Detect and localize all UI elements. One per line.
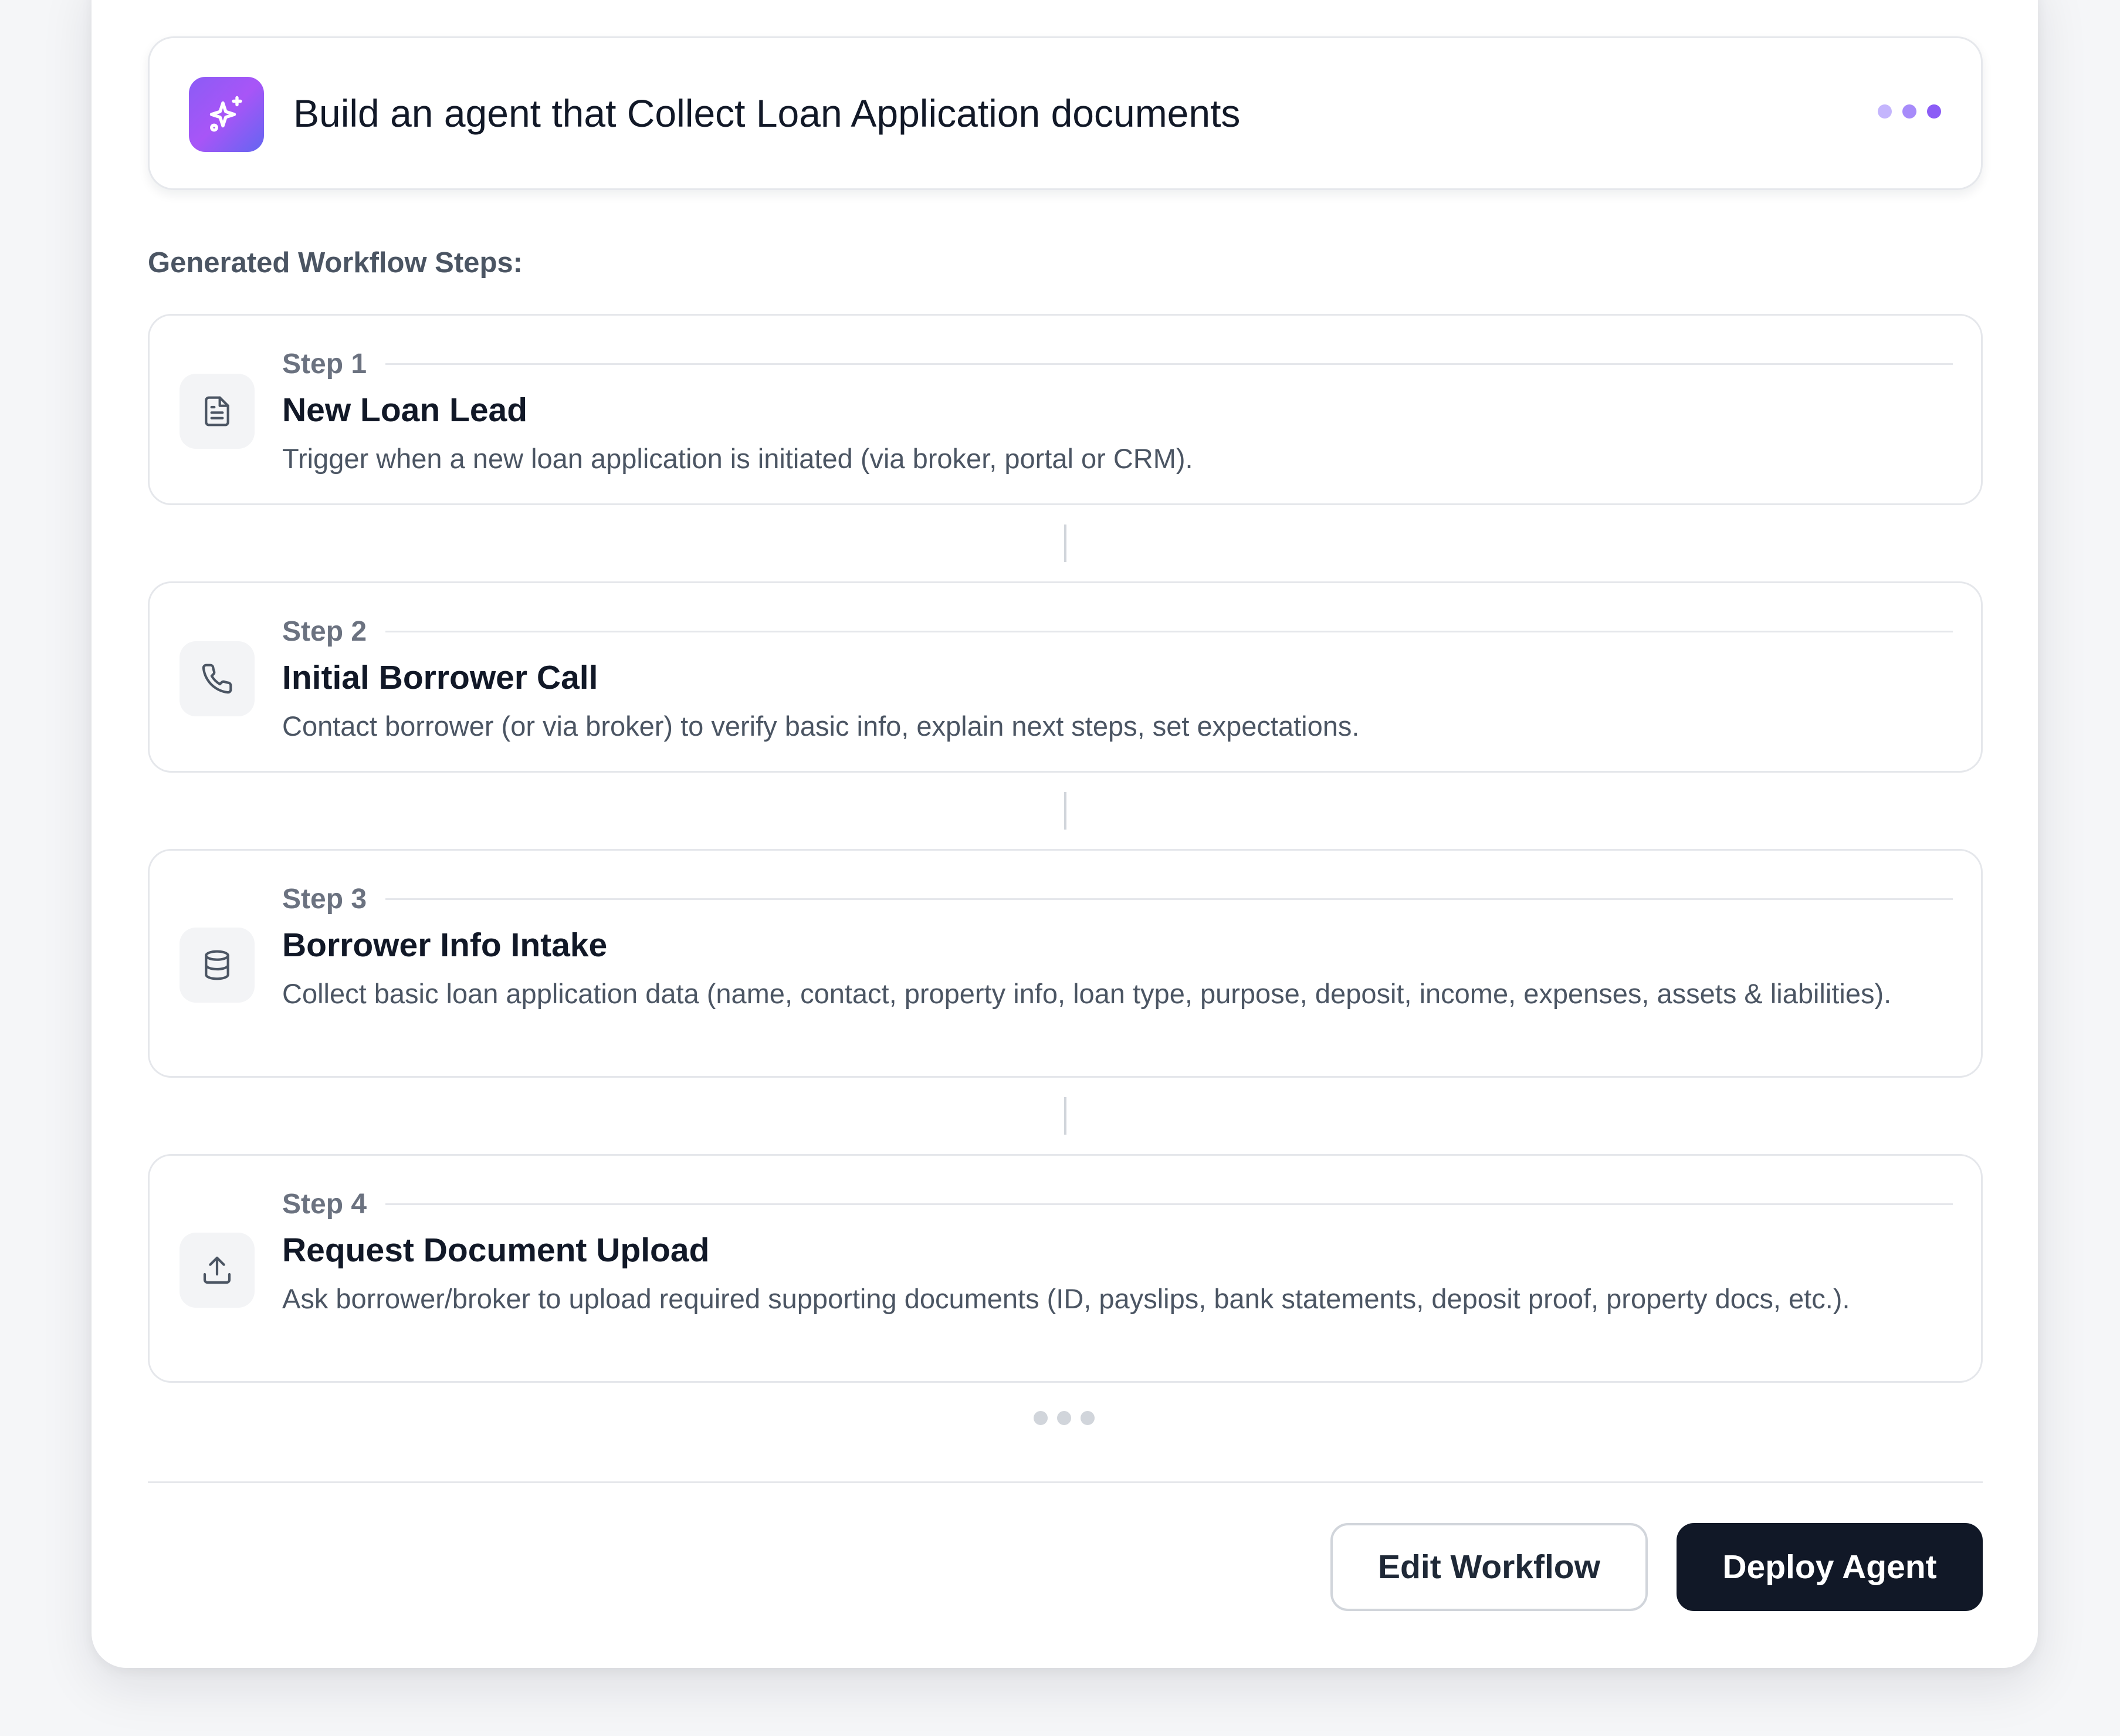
more-dot (1057, 1411, 1071, 1425)
more-dot (1081, 1411, 1095, 1425)
section-label: Generated Workflow Steps: (148, 247, 523, 279)
step-number: Step 1 (282, 348, 367, 380)
typing-dot (1927, 104, 1941, 119)
step-divider (385, 1203, 1953, 1205)
more-steps-indicator (1034, 1411, 1095, 1425)
more-dot (1034, 1411, 1048, 1425)
step-title: Request Document Upload (282, 1231, 710, 1269)
prompt-bar: Build an agent that Collect Loan Applica… (148, 36, 1983, 190)
step-card-1[interactable]: Step 1 New Loan Lead Trigger when a new … (148, 314, 1983, 505)
deploy-agent-button[interactable]: Deploy Agent (1677, 1523, 1983, 1611)
step-description: Collect basic loan application data (nam… (282, 978, 1892, 1009)
step-title: Borrower Info Intake (282, 926, 608, 964)
step-header: Step 3 (282, 881, 1953, 916)
sparkles-icon (189, 77, 264, 152)
step-card-2[interactable]: Step 2 Initial Borrower Call Contact bor… (148, 581, 1983, 773)
step-description: Ask borrower/broker to upload required s… (282, 1283, 1850, 1314)
phone-icon (180, 641, 255, 716)
step-description: Contact borrower (or via broker) to veri… (282, 710, 1360, 742)
step-number: Step 4 (282, 1188, 367, 1220)
document-icon (180, 374, 255, 449)
typing-indicator (1878, 104, 1941, 119)
step-title: Initial Borrower Call (282, 659, 598, 696)
step-card-3[interactable]: Step 3 Borrower Info Intake Collect basi… (148, 849, 1983, 1078)
step-header: Step 4 (282, 1186, 1953, 1221)
typing-dot (1902, 104, 1916, 119)
step-header: Step 2 (282, 614, 1953, 649)
step-divider (385, 898, 1953, 900)
step-description: Trigger when a new loan application is i… (282, 443, 1193, 474)
database-icon (180, 928, 255, 1003)
footer-divider (148, 1481, 1983, 1483)
typing-dot (1878, 104, 1892, 119)
step-number: Step 3 (282, 883, 367, 915)
step-divider (385, 363, 1953, 365)
step-divider (385, 630, 1953, 632)
step-number: Step 2 (282, 615, 367, 647)
step-connector (1064, 1097, 1066, 1135)
step-connector (1064, 524, 1066, 562)
upload-icon (180, 1233, 255, 1308)
step-card-4[interactable]: Step 4 Request Document Upload Ask borro… (148, 1154, 1983, 1383)
prompt-text: Build an agent that Collect Loan Applica… (293, 92, 1241, 135)
step-title: New Loan Lead (282, 391, 528, 429)
step-connector (1064, 792, 1066, 830)
edit-workflow-button[interactable]: Edit Workflow (1330, 1523, 1648, 1611)
step-header: Step 1 (282, 346, 1953, 381)
